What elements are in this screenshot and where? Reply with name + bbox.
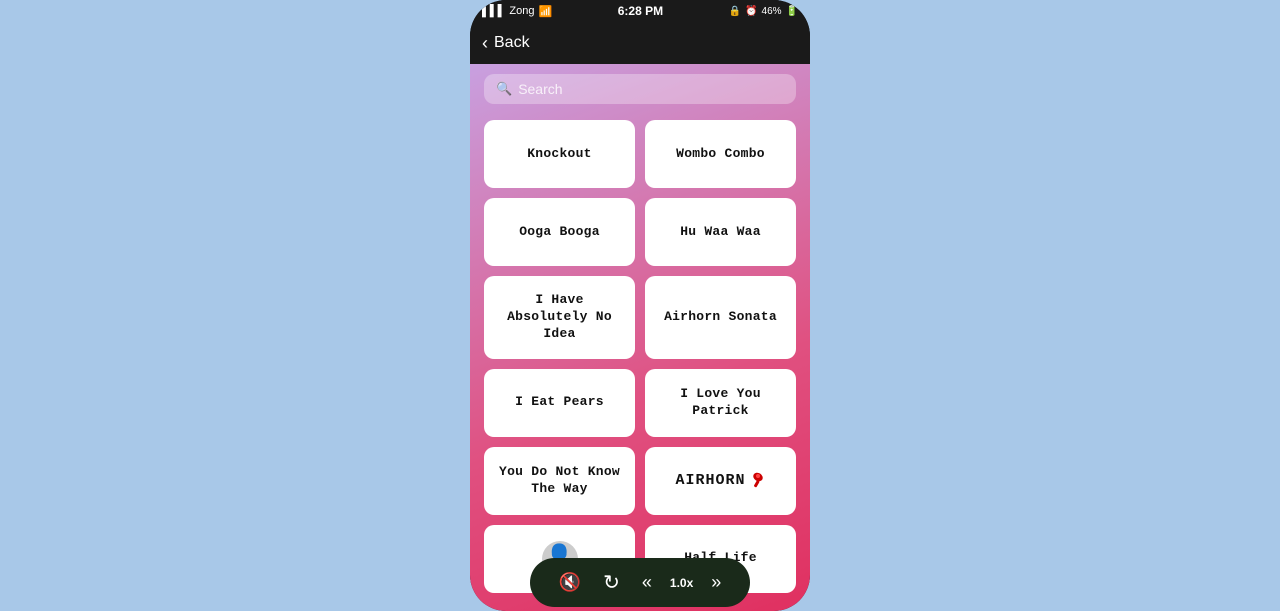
status-right: 🔒 ⏰ 46% 🔋 xyxy=(729,6,798,17)
wifi-icon: 📶 xyxy=(538,5,552,18)
rewind-button[interactable]: « xyxy=(638,568,656,597)
status-time: 6:28 PM xyxy=(618,4,663,18)
refresh-button[interactable]: ↻ xyxy=(599,566,624,599)
sound-label-eat-pears: I Eat Pears xyxy=(515,394,604,411)
bottom-controls: 🔇 ↻ « 1.0x » xyxy=(530,558,750,607)
speed-value: 1.0x xyxy=(670,576,693,590)
sound-grid: Knockout Wombo Combo Ooga Booga Hu Waa W… xyxy=(470,114,810,611)
sound-button-eat-pears[interactable]: I Eat Pears xyxy=(484,369,635,437)
search-placeholder: Search xyxy=(518,81,562,97)
refresh-icon: ↻ xyxy=(603,570,620,595)
signal-icon: ▌▌▌ xyxy=(482,5,505,17)
sound-button-airhorn[interactable]: AIRHORN xyxy=(645,447,796,515)
sound-button-love-patrick[interactable]: I Love You Patrick xyxy=(645,369,796,437)
sound-label-wombo-combo: Wombo Combo xyxy=(676,146,765,163)
speed-display: 1.0x xyxy=(670,576,693,590)
pin-icon xyxy=(746,471,766,491)
search-icon: 🔍 xyxy=(496,81,512,97)
carrier-name: Zong xyxy=(509,5,534,17)
sound-button-not-know-way[interactable]: You Do Not Know The Way xyxy=(484,447,635,515)
sound-label-airhorn: AIRHORN xyxy=(675,471,745,491)
sound-button-wombo-combo[interactable]: Wombo Combo xyxy=(645,120,796,188)
lock-icon: 🔒 xyxy=(729,6,741,17)
sound-button-hu-waa-waa[interactable]: Hu Waa Waa xyxy=(645,198,796,266)
nav-bar: ‹ Back xyxy=(470,22,810,64)
sound-button-knockout[interactable]: Knockout xyxy=(484,120,635,188)
sound-label-hu-waa-waa: Hu Waa Waa xyxy=(680,224,761,241)
sound-label-knockout: Knockout xyxy=(527,146,592,163)
sound-label-not-know-way: You Do Not Know The Way xyxy=(494,464,625,498)
fast-forward-button[interactable]: » xyxy=(707,568,725,597)
mute-button[interactable]: 🔇 xyxy=(555,568,585,597)
back-chevron-icon: ‹ xyxy=(482,33,488,54)
phone-frame: ▌▌▌ Zong 📶 6:28 PM 🔒 ⏰ 46% 🔋 ‹ Back 🔍 Se… xyxy=(470,0,810,611)
sound-label-have-no-idea: I Have Absolutely No Idea xyxy=(494,292,625,343)
back-label: Back xyxy=(494,34,530,52)
content-area: 🔍 Search Knockout Wombo Combo Ooga Booga… xyxy=(470,64,810,611)
sound-button-have-no-idea[interactable]: I Have Absolutely No Idea xyxy=(484,276,635,359)
status-bar: ▌▌▌ Zong 📶 6:28 PM 🔒 ⏰ 46% 🔋 xyxy=(470,0,810,22)
search-bar[interactable]: 🔍 Search xyxy=(484,74,796,104)
sound-button-airhorn-sonata[interactable]: Airhorn Sonata xyxy=(645,276,796,359)
rewind-icon: « xyxy=(642,572,652,593)
battery-level: 46% xyxy=(762,6,782,17)
fast-forward-icon: » xyxy=(711,572,721,593)
sound-label-ooga-booga: Ooga Booga xyxy=(519,224,600,241)
sound-label-love-patrick: I Love You Patrick xyxy=(655,386,786,420)
mute-icon: 🔇 xyxy=(559,572,581,593)
status-left: ▌▌▌ Zong 📶 xyxy=(482,5,552,18)
sound-label-airhorn-sonata: Airhorn Sonata xyxy=(664,309,777,326)
battery-icon: 🔋 xyxy=(786,6,798,17)
sound-button-ooga-booga[interactable]: Ooga Booga xyxy=(484,198,635,266)
alarm-icon: ⏰ xyxy=(745,6,757,17)
back-button[interactable]: ‹ Back xyxy=(482,33,530,54)
search-container: 🔍 Search xyxy=(470,64,810,114)
